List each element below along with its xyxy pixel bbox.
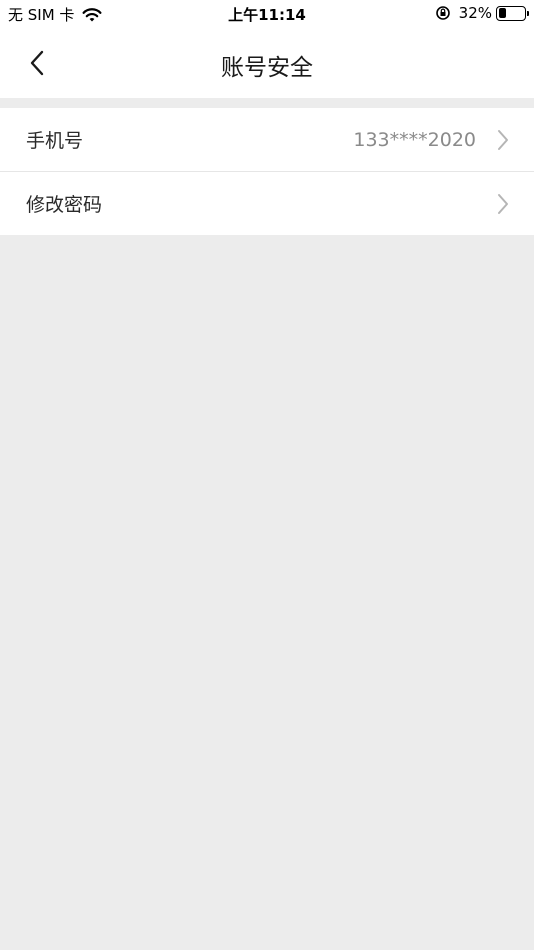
page-title: 账号安全 bbox=[221, 55, 313, 81]
status-bar: 无 SIM 卡 上午11:14 32% bbox=[0, 0, 534, 28]
nav-bar: 账号安全 bbox=[0, 28, 534, 98]
battery-percent: 32% bbox=[458, 4, 492, 22]
phone-number-label: 手机号 bbox=[26, 130, 84, 152]
settings-list: 手机号 133****2020 修改密码 bbox=[0, 108, 534, 235]
chevron-right-icon bbox=[498, 193, 508, 214]
change-password-label: 修改密码 bbox=[26, 194, 103, 216]
battery-icon bbox=[496, 5, 529, 21]
rotation-lock-icon bbox=[435, 6, 450, 20]
phone-number-row[interactable]: 手机号 133****2020 bbox=[0, 108, 534, 171]
chevron-right-icon bbox=[498, 129, 508, 150]
screen: 无 SIM 卡 上午11:14 32% 账号安全 手机号 133****2020… bbox=[0, 0, 534, 950]
status-right: 32% bbox=[435, 4, 529, 22]
change-password-row[interactable]: 修改密码 bbox=[0, 171, 534, 235]
battery-fill bbox=[498, 8, 507, 18]
phone-number-value: 133****2020 bbox=[353, 128, 476, 151]
battery-cap bbox=[527, 10, 529, 16]
